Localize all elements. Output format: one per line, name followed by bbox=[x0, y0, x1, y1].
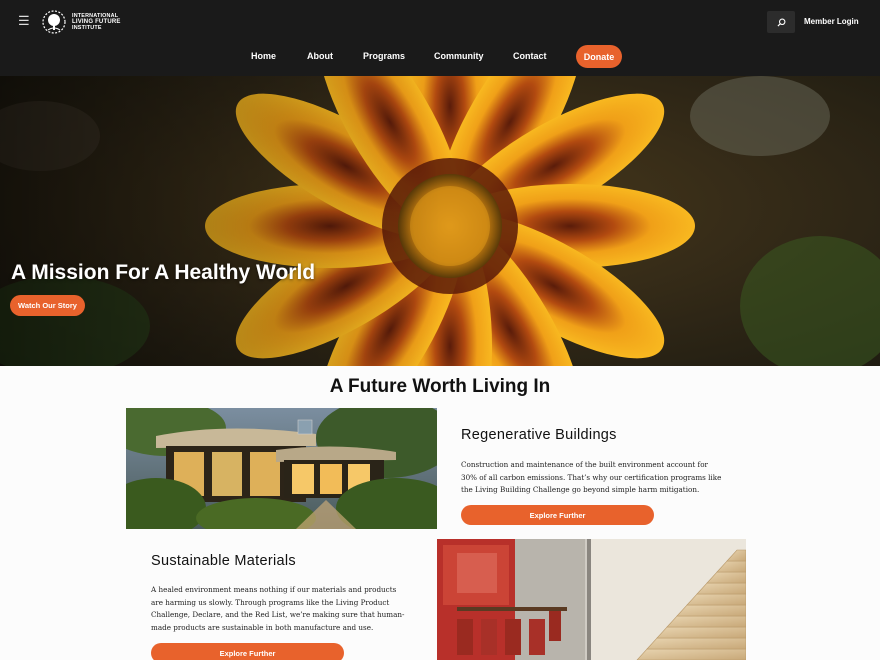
hero-title: A Mission For A Healthy World bbox=[11, 261, 316, 284]
site-header: ☰ INTERNATIONAL LIVING FUTURE INSTITUTE … bbox=[0, 0, 880, 76]
regenerative-building-image bbox=[126, 408, 437, 529]
card-text-regenerative-buildings: Construction and maintenance of the buil… bbox=[461, 460, 722, 494]
nav-contact[interactable]: Contact bbox=[513, 51, 547, 61]
nav-home[interactable]: Home bbox=[251, 51, 276, 61]
hero-banner: A Mission For A Healthy World Watch Our … bbox=[0, 76, 880, 366]
tree-logo-icon bbox=[42, 10, 66, 34]
main-nav: Home About Programs Community Contact bbox=[0, 51, 880, 63]
watch-our-story-button[interactable]: Watch Our Story bbox=[10, 295, 85, 316]
explore-further-button[interactable]: Explore Further bbox=[151, 643, 344, 660]
nav-community[interactable]: Community bbox=[434, 51, 484, 61]
site-logo[interactable]: INTERNATIONAL LIVING FUTURE INSTITUTE bbox=[40, 8, 130, 36]
hamburger-icon[interactable]: ☰ bbox=[18, 14, 32, 28]
explore-further-button[interactable]: Explore Further bbox=[461, 505, 654, 525]
card-title-sustainable-materials: Sustainable Materials bbox=[151, 553, 296, 569]
card-title-regenerative-buildings: Regenerative Buildings bbox=[461, 427, 617, 443]
donate-button[interactable]: Donate bbox=[576, 45, 622, 68]
search-icon bbox=[776, 18, 785, 27]
nav-programs[interactable]: Programs bbox=[363, 51, 405, 61]
nav-about[interactable]: About bbox=[307, 51, 333, 61]
hero-flower-image bbox=[0, 76, 880, 366]
search-button[interactable] bbox=[767, 11, 795, 33]
card-text-sustainable-materials: A healed environment means nothing if ou… bbox=[151, 585, 405, 632]
logo-wordmark: INTERNATIONAL LIVING FUTURE INSTITUTE bbox=[72, 13, 121, 31]
section-title: A Future Worth Living In bbox=[329, 376, 551, 397]
sustainable-materials-image bbox=[437, 539, 746, 660]
member-login-link[interactable]: Member Login bbox=[804, 17, 859, 26]
logo-line: INSTITUTE bbox=[72, 25, 102, 31]
